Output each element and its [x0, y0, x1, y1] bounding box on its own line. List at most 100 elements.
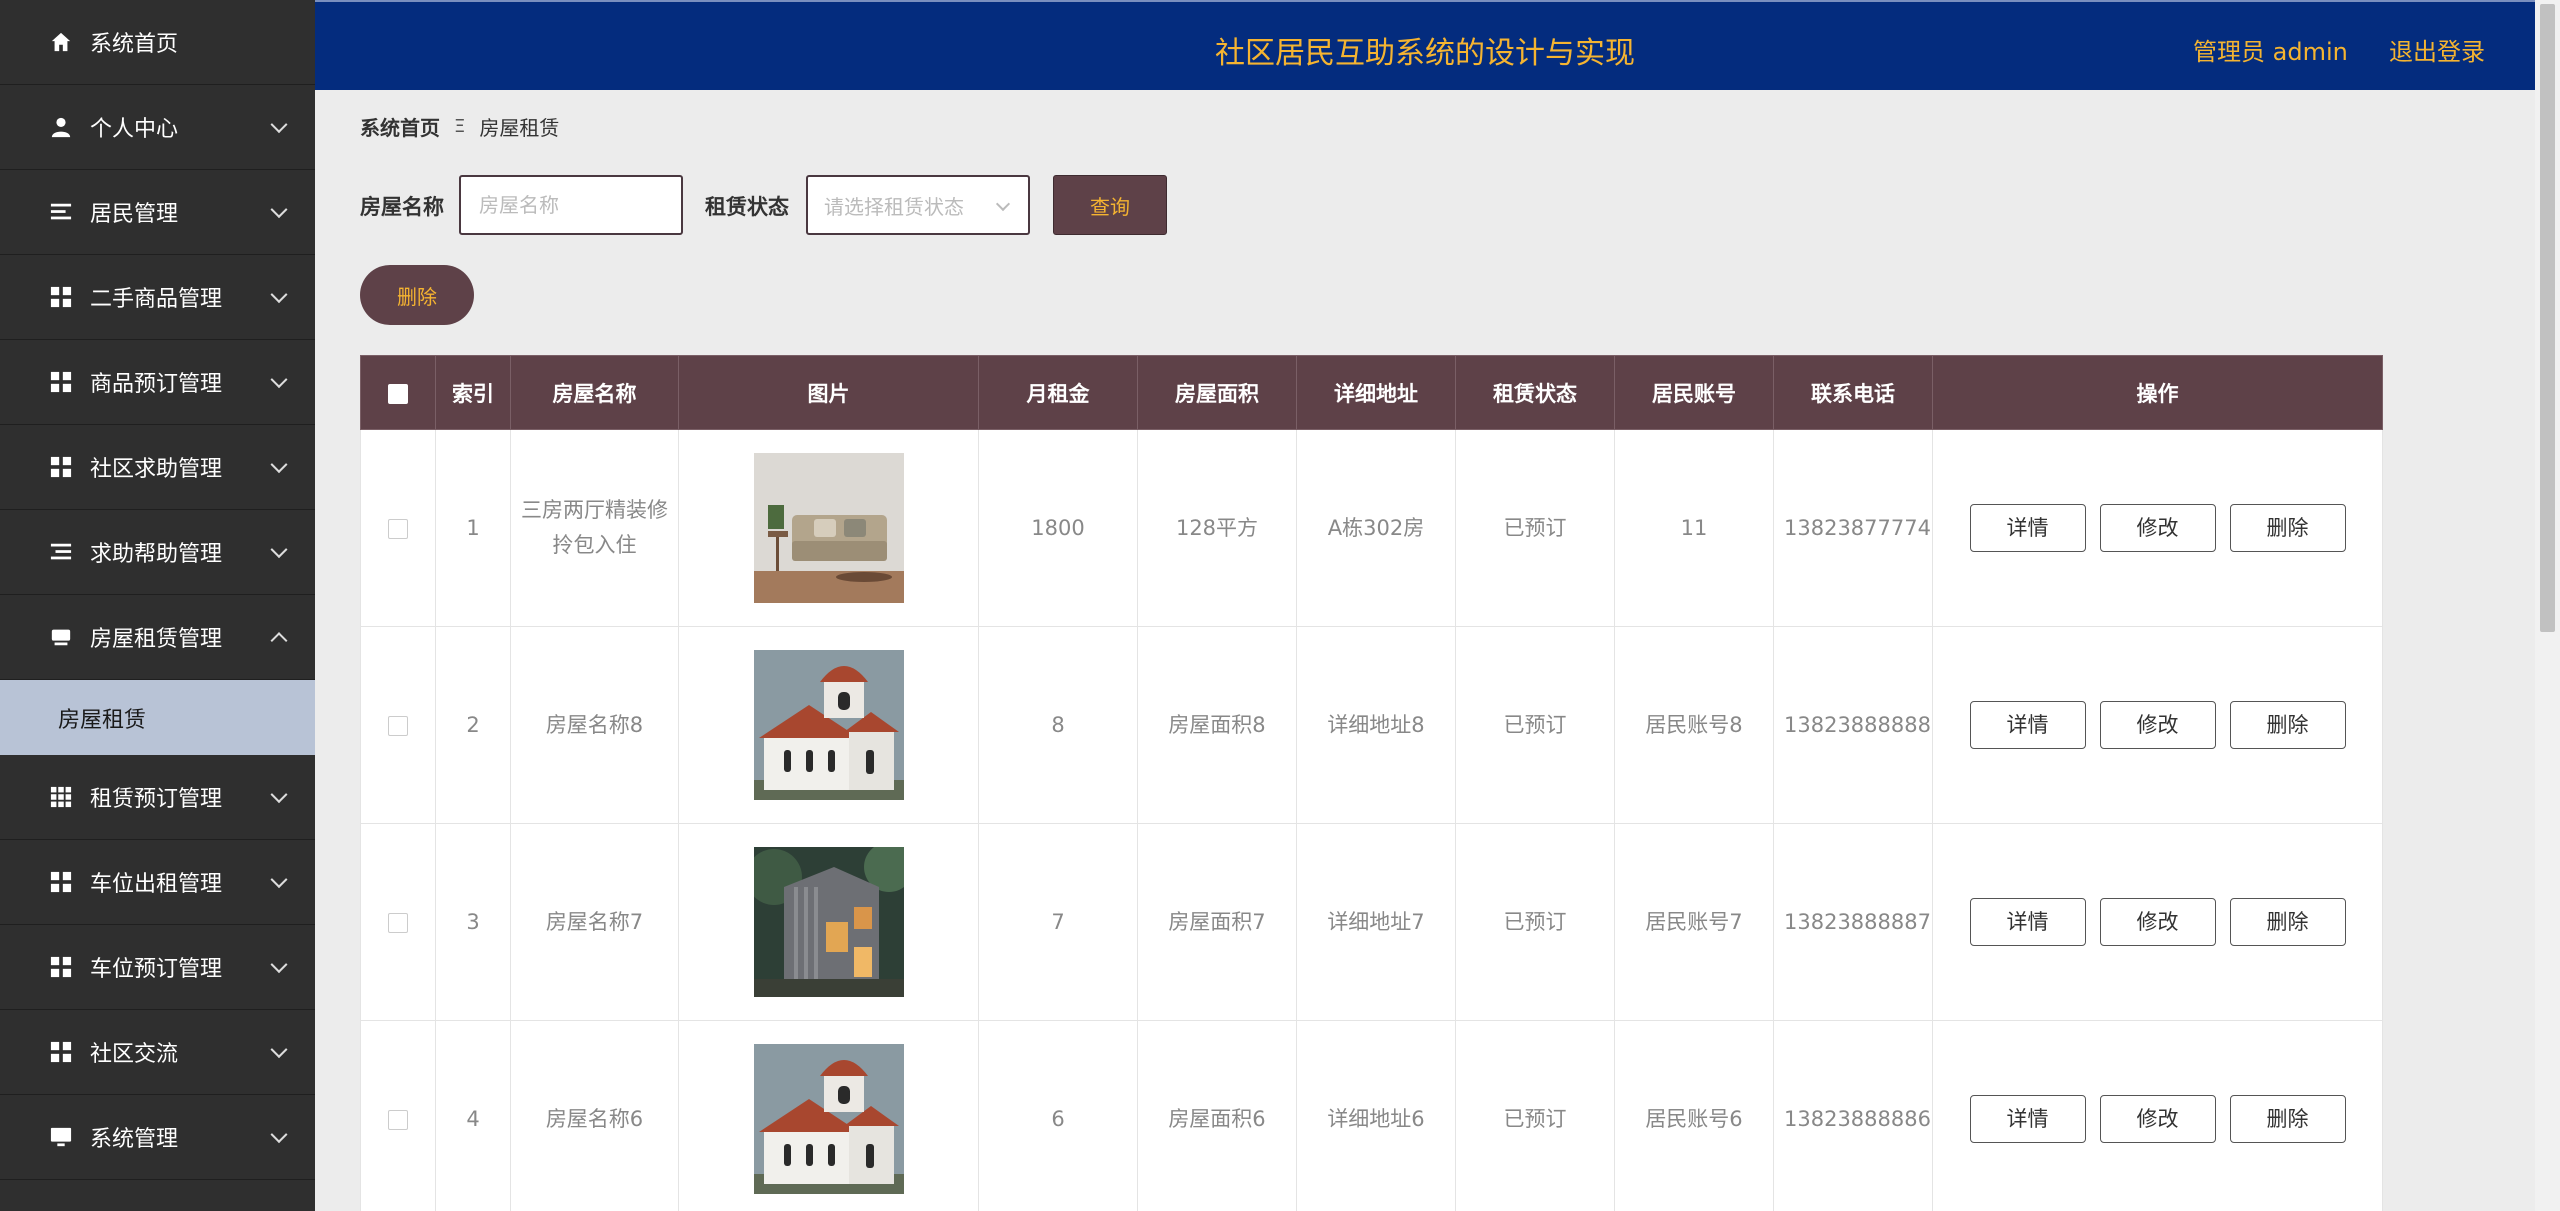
cell-image	[678, 429, 979, 627]
sidebar-item-label: 房屋租赁管理	[90, 627, 223, 652]
cell-address: 详细地址8	[1296, 626, 1456, 824]
detail-button[interactable]: 详情	[1969, 898, 2086, 946]
sidebar-item-label: 车位预订管理	[90, 957, 223, 982]
sidebar-item-help-request[interactable]: 社区求助管理	[0, 425, 315, 510]
row-select-cell	[360, 823, 436, 1021]
query-button[interactable]: 查询	[1053, 175, 1167, 235]
list-icon	[50, 543, 72, 560]
sidebar-item-parking-booking[interactable]: 车位预订管理	[0, 925, 315, 1010]
sidebar-item-label: 社区交流	[90, 1042, 179, 1067]
cell-image	[678, 823, 979, 1021]
cell-operations: 详情 修改 删除	[1932, 1020, 2383, 1211]
sidebar-item-goods-booking[interactable]: 商品预订管理	[0, 340, 315, 425]
select-all-cell	[360, 355, 436, 430]
cell-account: 11	[1614, 429, 1774, 627]
sidebar-item-label: 居民管理	[90, 202, 179, 227]
sidebar-item-personal[interactable]: 个人中心	[0, 85, 315, 170]
chevron-down-icon	[270, 541, 288, 559]
cell-house-name: 房屋名称8	[510, 626, 679, 824]
delete-button[interactable]: 删除	[2229, 1095, 2346, 1143]
cell-operations: 详情 修改 删除	[1932, 626, 2383, 824]
chevron-down-icon	[270, 456, 288, 474]
list-icon	[50, 203, 72, 220]
sidebar-item-label: 二手商品管理	[90, 287, 223, 312]
edit-button[interactable]: 修改	[2099, 1095, 2216, 1143]
sidebar-item-label: 个人中心	[90, 117, 179, 142]
batch-delete-button[interactable]: 删除	[360, 265, 474, 325]
sidebar: 系统首页 个人中心 居民管理 二手商品管理 商品预订管理 社区求助管理 求助帮助…	[0, 0, 315, 1211]
row-checkbox[interactable]	[388, 1109, 408, 1130]
delete-button[interactable]: 删除	[2229, 701, 2346, 749]
delete-button[interactable]: 删除	[2229, 898, 2346, 946]
sidebar-item-label: 社区求助管理	[90, 457, 223, 482]
table-row: 4 房屋名称6 6 房屋面积6 详细地址6 已预订 居民账号6 13823888…	[360, 1020, 2383, 1211]
sidebar-item-secondhand[interactable]: 二手商品管理	[0, 255, 315, 340]
scrollbar-thumb[interactable]	[2540, 4, 2555, 632]
edit-button[interactable]: 修改	[2099, 701, 2216, 749]
cell-area: 房屋面积7	[1137, 823, 1297, 1021]
sidebar-item-help-assist[interactable]: 求助帮助管理	[0, 510, 315, 595]
detail-button[interactable]: 详情	[1969, 1095, 2086, 1143]
row-checkbox[interactable]	[388, 912, 408, 933]
sidebar-item-system[interactable]: 系统管理	[0, 1095, 315, 1180]
cell-address: A栋302房	[1296, 429, 1456, 627]
select-all-checkbox[interactable]	[388, 383, 408, 404]
rental-status-select[interactable]: 请选择租赁状态	[806, 175, 1030, 235]
row-checkbox[interactable]	[388, 715, 408, 736]
edit-button[interactable]: 修改	[2099, 898, 2216, 946]
grid-icon	[50, 456, 72, 478]
sidebar-item-community-forum[interactable]: 社区交流	[0, 1010, 315, 1095]
sidebar-item-parking-rent[interactable]: 车位出租管理	[0, 840, 315, 925]
detail-button[interactable]: 详情	[1969, 504, 2086, 552]
cell-rent: 7	[978, 823, 1138, 1021]
row-select-cell	[360, 1020, 436, 1211]
sidebar-item-rental-booking[interactable]: 租赁预订管理	[0, 755, 315, 840]
delete-button[interactable]: 删除	[2229, 504, 2346, 552]
cell-phone: 13823888887	[1773, 823, 1933, 1021]
cell-account: 居民账号8	[1614, 626, 1774, 824]
column-header: 操作	[1932, 355, 2383, 430]
grid-icon	[50, 371, 72, 393]
house-name-input[interactable]	[459, 175, 683, 235]
rental-status-placeholder: 请选择租赁状态	[824, 194, 964, 219]
cell-status: 已预订	[1455, 1020, 1615, 1211]
house-rental-table: 索引 房屋名称 图片 月租金 房屋面积 详细地址 租赁状态 居民账号 联系电话 …	[360, 355, 2383, 1211]
cell-rent: 1800	[978, 429, 1138, 627]
detail-button[interactable]: 详情	[1969, 701, 2086, 749]
sidebar-subitem-house-rental[interactable]: 房屋租赁	[0, 680, 315, 755]
cell-rent: 8	[978, 626, 1138, 824]
cell-area: 128平方	[1137, 429, 1297, 627]
sidebar-item-house-rental[interactable]: 房屋租赁管理	[0, 595, 315, 680]
sidebar-item-label: 系统管理	[90, 1127, 179, 1152]
sidebar-item-label: 车位出租管理	[90, 872, 223, 897]
column-header: 索引	[435, 355, 511, 430]
chapel-photo	[753, 1044, 904, 1194]
breadcrumb-home[interactable]: 系统首页	[360, 112, 440, 141]
sidebar-item-home[interactable]: 系统首页	[0, 0, 315, 85]
sidebar-item-residents[interactable]: 居民管理	[0, 170, 315, 255]
column-header: 居民账号	[1614, 355, 1774, 430]
logout-link[interactable]: 退出登录	[2389, 32, 2485, 67]
chevron-down-icon	[270, 116, 288, 134]
cell-house-name: 房屋名称6	[510, 1020, 679, 1211]
monitor-icon	[50, 1127, 72, 1147]
chevron-down-icon	[270, 956, 288, 974]
chevron-down-icon	[270, 1041, 288, 1059]
cell-area: 房屋面积6	[1137, 1020, 1297, 1211]
home-icon	[51, 32, 71, 52]
cell-phone: 13823888886	[1773, 1020, 1933, 1211]
sidebar-subitem-label: 房屋租赁	[58, 707, 147, 733]
table-header-row: 索引 房屋名称 图片 月租金 房屋面积 详细地址 租赁状态 居民账号 联系电话 …	[360, 355, 2383, 430]
column-header: 房屋面积	[1137, 355, 1297, 430]
cell-index: 4	[435, 1020, 511, 1211]
admin-user-label[interactable]: 管理员 admin	[2193, 32, 2348, 67]
cell-operations: 详情 修改 删除	[1932, 823, 2383, 1021]
cell-house-name: 房屋名称7	[510, 823, 679, 1021]
row-checkbox[interactable]	[388, 518, 408, 539]
column-header: 联系电话	[1773, 355, 1933, 430]
cell-status: 已预订	[1455, 429, 1615, 627]
modern-house-photo	[753, 847, 904, 997]
page-scrollbar[interactable]	[2535, 0, 2560, 1211]
cell-house-name: 三房两厅精装修拎包入住	[510, 429, 679, 627]
edit-button[interactable]: 修改	[2099, 504, 2216, 552]
